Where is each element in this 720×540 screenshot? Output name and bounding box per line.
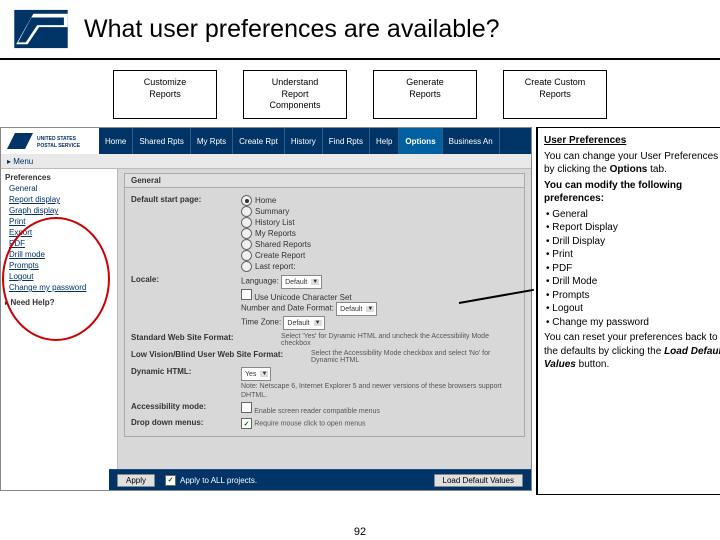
dhtml-select[interactable]: Yes xyxy=(241,367,271,381)
accessibility-note: Enable screen reader compatible menus xyxy=(254,408,380,415)
sidebar-item-logout[interactable]: Logout xyxy=(9,272,113,281)
dhtml-note: Note: Netscape 6, Internet Explorer 5 an… xyxy=(241,383,502,399)
timezone-label: Time Zone: xyxy=(241,318,281,327)
tab-options[interactable]: Options xyxy=(399,128,442,154)
usps-logo-icon xyxy=(12,8,70,50)
numdate-select[interactable]: Default xyxy=(336,302,377,316)
preferences-sidebar: Preferences General Report display Graph… xyxy=(1,169,118,491)
sidebar-item-print[interactable]: Print xyxy=(9,217,113,226)
nav-box-customize: Customize Reports xyxy=(113,70,217,119)
tab-create-rpt[interactable]: Create Rpt xyxy=(233,128,285,154)
page-number: 92 xyxy=(0,526,720,538)
lowvis-label: Low Vision/Blind User Web Site Format: xyxy=(131,350,311,359)
radio-icon xyxy=(241,206,252,217)
bottom-action-bar: Apply Apply to ALL projects. Load Defaul… xyxy=(109,469,531,490)
slide-title: What user preferences are available? xyxy=(84,15,500,44)
apply-all-row[interactable]: Apply to ALL projects. xyxy=(165,475,257,486)
general-panel: General Default start page: Home Summary… xyxy=(118,169,531,491)
nav-box-understand: Understand Report Components xyxy=(243,70,347,119)
radio-last-report[interactable]: Last report: xyxy=(241,261,518,272)
language-label: Language: xyxy=(241,277,279,286)
svg-text:POSTAL SERVICE: POSTAL SERVICE xyxy=(37,143,81,149)
dropdown-checkbox[interactable] xyxy=(241,418,252,429)
locale-label: Locale: xyxy=(131,275,241,284)
radio-summary[interactable]: Summary xyxy=(241,206,518,217)
tab-find-rpts[interactable]: Find Rpts xyxy=(323,128,370,154)
start-page-label: Default start page: xyxy=(131,195,241,204)
accessibility-label: Accessibility mode: xyxy=(131,402,241,411)
radio-shared-reports[interactable]: Shared Reports xyxy=(241,239,518,250)
explain-bullet: Drill Mode xyxy=(546,275,720,289)
app-topbar: UNITED STATES POSTAL SERVICE Home Shared… xyxy=(1,128,531,154)
menu-subbar[interactable]: ▸ Menu xyxy=(1,154,531,169)
timezone-select[interactable]: Default xyxy=(283,316,324,330)
explain-p3: You can reset your preferences back to t… xyxy=(544,331,720,372)
explain-bullet: Print xyxy=(546,248,720,262)
radio-create-report[interactable]: Create Report xyxy=(241,250,518,261)
std-format-label: Standard Web Site Format: xyxy=(131,333,281,342)
nav-box-generate: Generate Reports xyxy=(373,70,477,119)
apply-all-checkbox[interactable] xyxy=(165,475,176,486)
sidebar-item-general[interactable]: General xyxy=(9,184,113,193)
explain-bullet: Prompts xyxy=(546,289,720,303)
radio-my-reports[interactable]: My Reports xyxy=(241,228,518,239)
usps-app-logo-icon: UNITED STATES POSTAL SERVICE xyxy=(1,128,99,154)
radio-history-list[interactable]: History List xyxy=(241,217,518,228)
sidebar-item-change-password[interactable]: Change my password xyxy=(9,283,113,292)
sidebar-item-prompts[interactable]: Prompts xyxy=(9,261,113,270)
dhtml-label: Dynamic HTML: xyxy=(131,367,241,376)
explain-bullet: Drill Display xyxy=(546,235,720,249)
explain-bullet: Change my password xyxy=(546,316,720,330)
accessibility-checkbox[interactable] xyxy=(241,402,252,413)
tab-home[interactable]: Home xyxy=(99,128,133,154)
tab-my-rpts[interactable]: My Rpts xyxy=(191,128,233,154)
sidebar-item-report-display[interactable]: Report display xyxy=(9,195,113,204)
radio-home[interactable]: Home xyxy=(241,195,518,206)
svg-text:UNITED STATES: UNITED STATES xyxy=(37,136,77,142)
explain-title: User Preferences xyxy=(544,135,626,146)
panel-header-general: General xyxy=(124,173,525,188)
tab-help[interactable]: Help xyxy=(370,128,399,154)
explain-bullet: General xyxy=(546,208,720,222)
explanation-callout: User Preferences You can change your Use… xyxy=(536,127,720,495)
radio-icon xyxy=(241,239,252,250)
nav-box-row: Customize Reports Understand Report Comp… xyxy=(0,70,720,119)
radio-icon xyxy=(241,217,252,228)
sidebar-item-graph-display[interactable]: Graph display xyxy=(9,206,113,215)
sidebar-item-drill-mode[interactable]: Drill mode xyxy=(9,250,113,259)
explain-p1: You can change your User Preferences by … xyxy=(544,150,720,177)
app-screenshot: UNITED STATES POSTAL SERVICE Home Shared… xyxy=(0,127,532,491)
lowvis-note: Select the Accessibility Mode checkbox a… xyxy=(311,350,518,364)
sidebar-item-pdf[interactable]: PDF xyxy=(9,239,113,248)
slide-header: What user preferences are available? xyxy=(0,0,720,60)
radio-icon xyxy=(241,228,252,239)
numdate-label: Number and Date Format: xyxy=(241,304,334,313)
explain-bullet: Logout xyxy=(546,302,720,316)
tab-business[interactable]: Business An xyxy=(443,128,500,154)
start-page-radios: Home Summary History List My Reports Sha… xyxy=(241,195,518,272)
nav-box-custom: Create Custom Reports xyxy=(503,70,607,119)
unicode-checkbox[interactable] xyxy=(241,289,252,300)
explain-p2: You can modify the following preferences… xyxy=(544,179,720,206)
explain-bullet: PDF xyxy=(546,262,720,276)
explain-bullet: Report Display xyxy=(546,221,720,235)
std-format-note: Select 'Yes' for Dynamic HTML and unchec… xyxy=(281,333,518,347)
apply-all-label: Apply to ALL projects. xyxy=(180,476,257,485)
load-defaults-button[interactable]: Load Default Values xyxy=(434,474,523,487)
sidebar-item-export[interactable]: Export xyxy=(9,228,113,237)
nav-tab-bar: Home Shared Rpts My Rpts Create Rpt Hist… xyxy=(99,128,500,154)
dropdown-note: Require mouse click to open menus xyxy=(254,421,365,428)
unicode-label: Use Unicode Character Set xyxy=(254,293,351,302)
apply-button[interactable]: Apply xyxy=(117,474,155,487)
tab-history[interactable]: History xyxy=(285,128,323,154)
radio-icon xyxy=(241,195,252,206)
radio-icon xyxy=(241,261,252,272)
tab-shared-rpts[interactable]: Shared Rpts xyxy=(133,128,190,154)
need-help-link[interactable]: Need Help? xyxy=(5,298,113,307)
dropdown-label: Drop down menus: xyxy=(131,418,241,427)
radio-icon xyxy=(241,250,252,261)
sidebar-heading: Preferences xyxy=(5,173,113,182)
language-select[interactable]: Default xyxy=(281,275,322,289)
